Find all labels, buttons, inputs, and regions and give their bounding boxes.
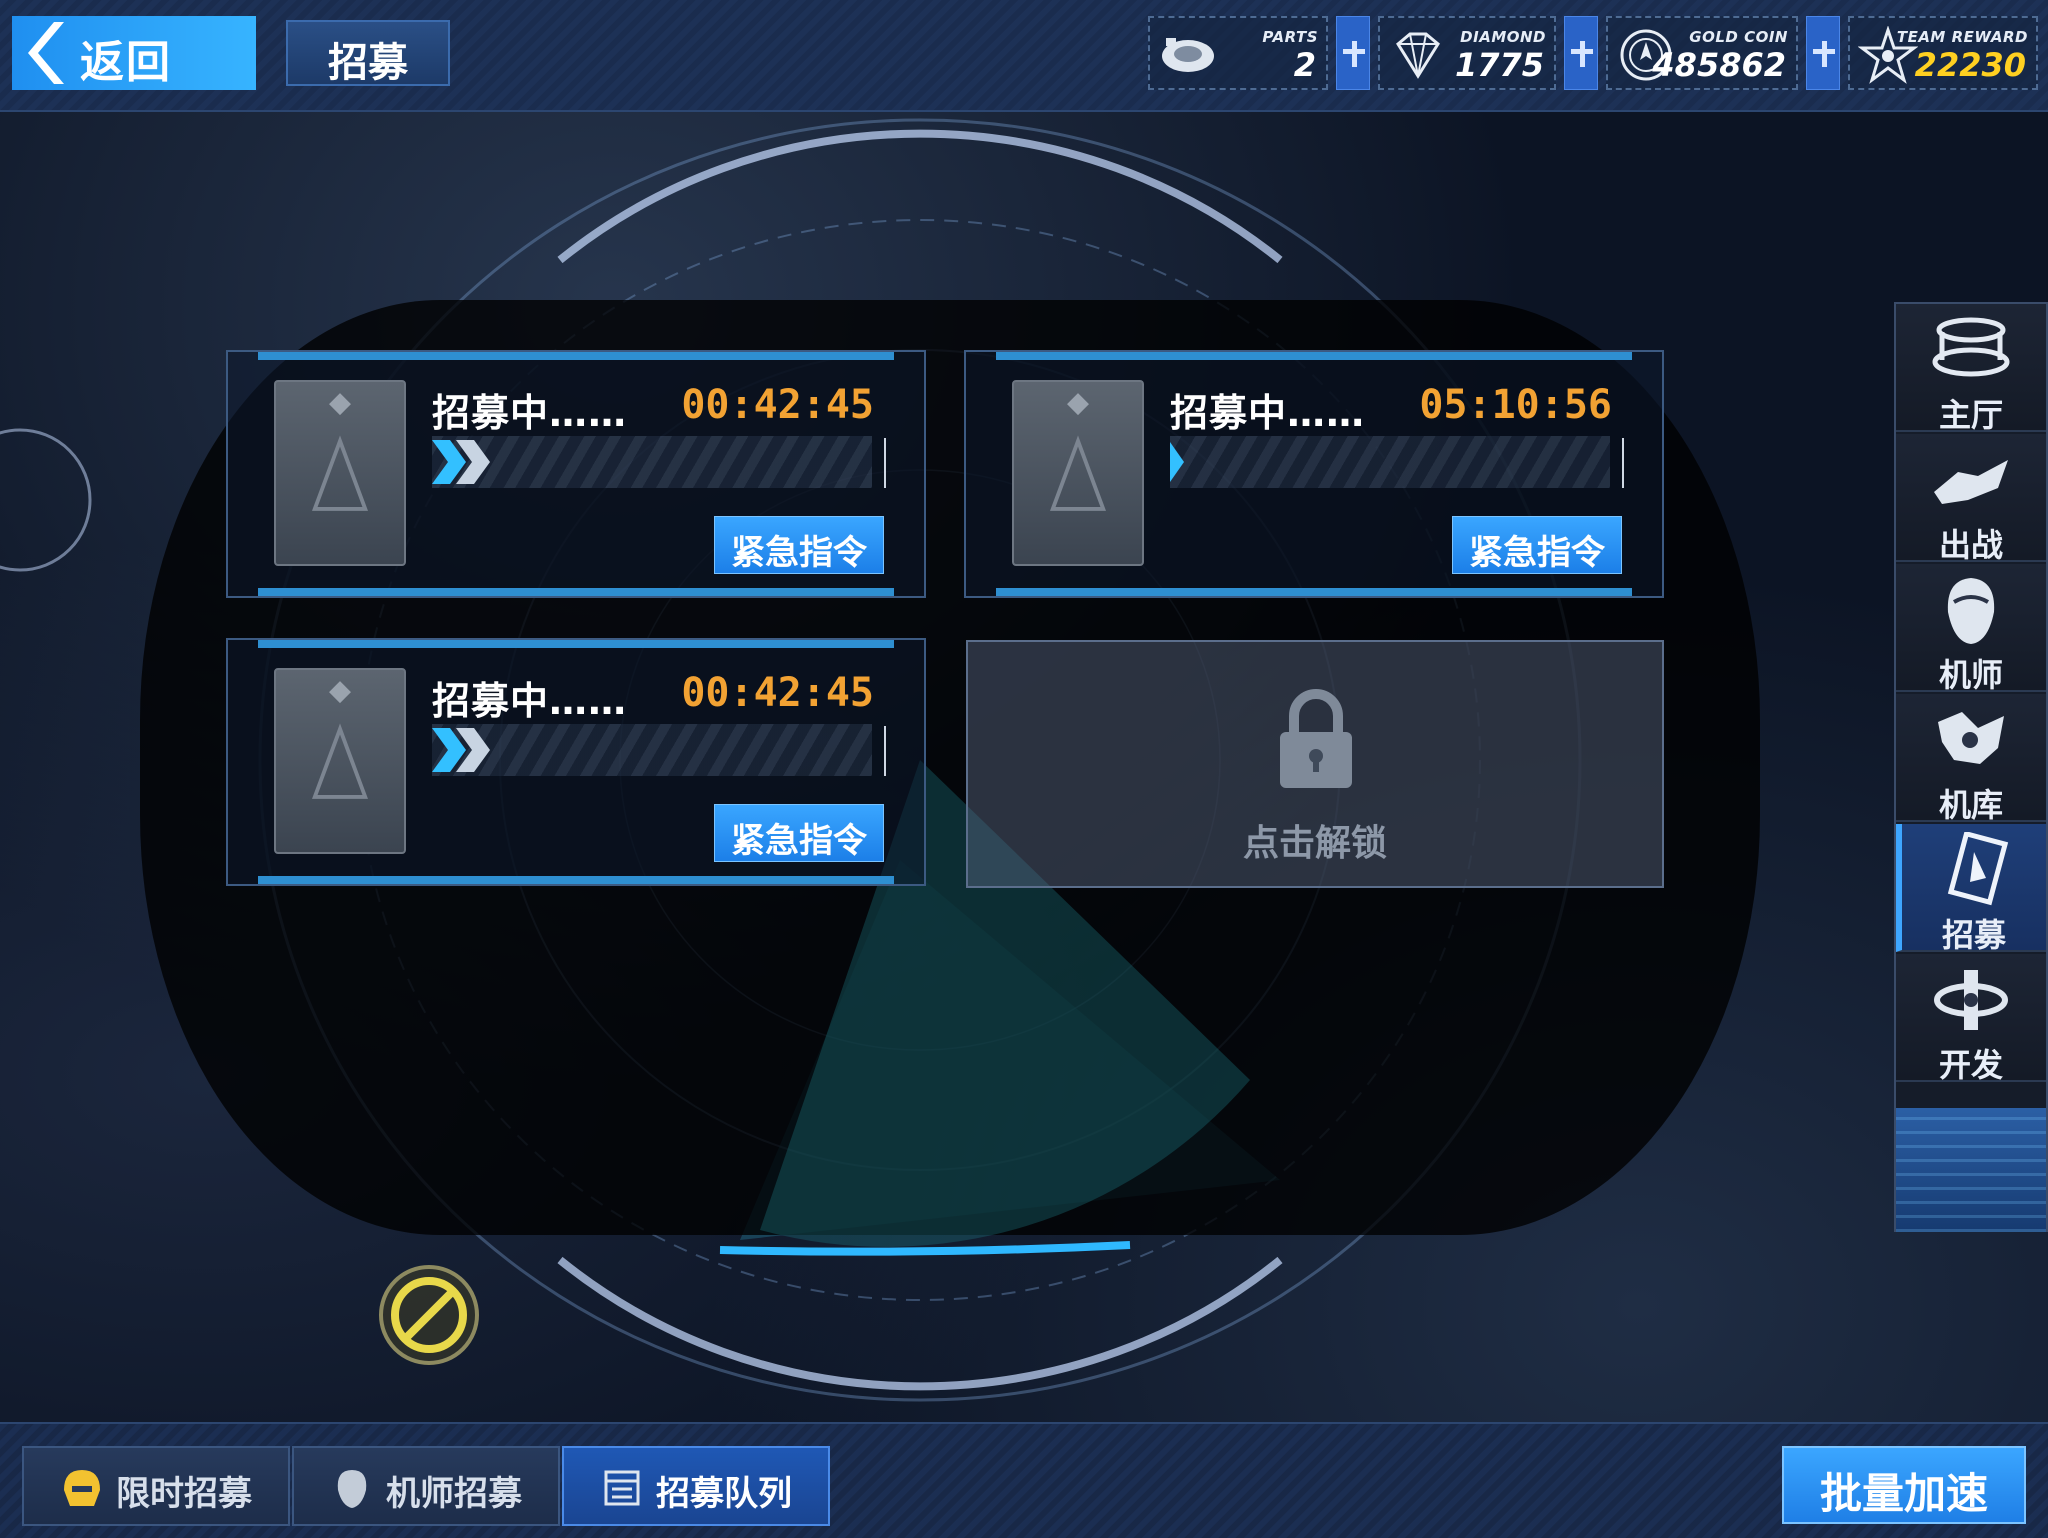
slot-progress — [432, 436, 872, 488]
diamond-value: 1775 — [1454, 46, 1544, 84]
recruit-slot-1: 招募中…… 00:42:45 紧急指令 — [226, 350, 926, 598]
urgent-order-button[interactable]: 紧急指令 — [714, 804, 884, 862]
recruit-card-icon — [274, 380, 406, 566]
progress-chevron-icon — [432, 440, 490, 484]
unlock-label: 点击解锁 — [1242, 823, 1387, 864]
recruit-card-icon — [1012, 380, 1144, 566]
progress-end-marker — [872, 438, 886, 488]
slot-timer: 00:42:45 — [681, 670, 874, 716]
slot-status: 招募中…… — [432, 391, 628, 435]
resource-diamond: DIAMOND 1775 — [1378, 16, 1556, 90]
nav-label: 招募 — [1941, 916, 2006, 954]
slot-timer: 00:42:45 — [681, 382, 874, 428]
helmet-icon — [64, 1470, 100, 1506]
nav-item-hangar[interactable]: 机库 — [1896, 694, 2046, 824]
team-reward-label: TEAM REWARD — [1896, 28, 2028, 46]
slot-top-stripe — [258, 640, 894, 648]
tab-pilot-recruit[interactable]: 机师招募 — [292, 1446, 560, 1526]
recruit-slot-3: 招募中…… 00:42:45 紧急指令 — [226, 638, 926, 886]
resource-parts: PARTS 2 — [1148, 16, 1328, 90]
slot-progress — [1170, 436, 1610, 488]
urgent-order-label: 紧急指令 — [1469, 533, 1605, 573]
hall-icon — [1932, 317, 2010, 377]
progress-end-marker — [872, 726, 886, 776]
side-nav: 主厅 出战 机师 机库 招募 开发 — [1894, 302, 2048, 1232]
slot-top-stripe — [258, 352, 894, 360]
slot-bottom-stripe — [996, 588, 1632, 596]
resource-gold-coin: GOLD COIN 485862 — [1606, 16, 1798, 90]
locked-slot[interactable]: 点击解锁 — [966, 640, 1664, 888]
slot-bottom-stripe — [258, 876, 894, 884]
progress-chevron-icon — [432, 728, 490, 772]
page-title-tab: 招募 — [286, 20, 450, 86]
nav-label: 开发 — [1938, 1046, 2003, 1084]
nav-label: 机库 — [1938, 786, 2003, 824]
tab-recruit-queue[interactable]: 招募队列 — [562, 1446, 830, 1526]
urgent-order-button[interactable]: 紧急指令 — [714, 516, 884, 574]
add-diamond-button[interactable] — [1564, 16, 1598, 90]
tab-label: 机师招募 — [386, 1474, 522, 1514]
urgent-order-label: 紧急指令 — [731, 533, 867, 573]
batch-speedup-button[interactable]: 批量加速 — [1782, 1446, 2026, 1524]
batch-speedup-label: 批量加速 — [1819, 1469, 1988, 1518]
recruit-icon — [1947, 832, 2009, 906]
nav-item-develop[interactable]: 开发 — [1896, 954, 2046, 1084]
pilot-icon — [1947, 578, 1995, 644]
team-reward-value: 22230 — [1914, 46, 2026, 84]
parts-label: PARTS — [1262, 28, 1318, 46]
slot-status: 招募中…… — [432, 679, 628, 723]
slot-bottom-stripe — [258, 588, 894, 596]
recruit-slot-2: 招募中…… 05:10:56 紧急指令 — [964, 350, 1664, 598]
back-label: 返回 — [80, 37, 172, 88]
no-entry-icon[interactable] — [374, 1260, 484, 1370]
back-button[interactable]: 返回 — [12, 16, 256, 90]
tab-label: 限时招募 — [116, 1474, 252, 1514]
slot-progress — [432, 724, 872, 776]
diamond-icon — [1396, 32, 1440, 79]
progress-chevron-icon — [1170, 442, 1184, 482]
gold-coin-label: GOLD COIN — [1689, 28, 1788, 46]
diamond-label: DIAMOND — [1460, 28, 1546, 46]
nav-label: 机师 — [1938, 656, 2003, 694]
nav-item-recruit[interactable]: 招募 — [1896, 824, 2046, 954]
lock-icon — [1280, 689, 1352, 788]
bottom-bar: 限时招募 机师招募 招募队列 批量加速 — [0, 1422, 2048, 1538]
hangar-icon — [1938, 712, 2004, 764]
gold-coin-value: 485862 — [1652, 46, 1786, 84]
tab-limited-recruit[interactable]: 限时招募 — [22, 1446, 290, 1526]
urgent-order-label: 紧急指令 — [731, 821, 867, 861]
battle-icon — [1934, 460, 2008, 504]
urgent-order-button[interactable]: 紧急指令 — [1452, 516, 1622, 574]
slot-top-stripe — [996, 352, 1632, 360]
queue-list-icon — [604, 1470, 640, 1506]
pilot-head-icon — [337, 1470, 367, 1508]
resource-team-reward: TEAM REWARD 22230 — [1848, 16, 2038, 90]
nav-item-battle[interactable]: 出战 — [1896, 434, 2046, 564]
minimap[interactable] — [1896, 1108, 2046, 1232]
parts-value: 2 — [1293, 46, 1316, 84]
slot-status: 招募中…… — [1170, 391, 1366, 435]
recruit-card-icon — [274, 668, 406, 854]
add-gold-button[interactable] — [1806, 16, 1840, 90]
parts-icon — [1162, 38, 1214, 72]
add-parts-button[interactable] — [1336, 16, 1370, 90]
chevron-left-icon — [28, 22, 64, 84]
nav-item-hall[interactable]: 主厅 — [1896, 304, 2046, 434]
top-bar: 返回 招募 PARTS 2 DIAMOND 1775 GOLD COIN 485… — [0, 0, 2048, 112]
progress-end-marker — [1610, 438, 1624, 488]
nav-item-pilot[interactable]: 机师 — [1896, 564, 2046, 694]
page-title: 招募 — [328, 40, 408, 86]
develop-icon — [1934, 970, 2008, 1030]
tab-label: 招募队列 — [656, 1474, 792, 1514]
nav-label: 出战 — [1938, 526, 2003, 564]
nav-label: 主厅 — [1938, 396, 2003, 434]
slot-timer: 05:10:56 — [1419, 382, 1612, 428]
